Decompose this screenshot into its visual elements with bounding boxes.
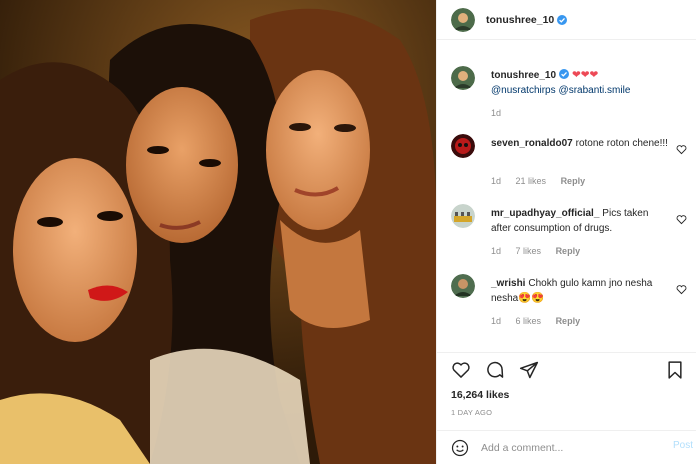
comment-text: rotone roton chene!!! (575, 138, 668, 149)
commenter-avatar[interactable] (451, 204, 475, 228)
likes-count[interactable]: 16,264 likes (451, 389, 509, 401)
comment-username[interactable]: _wrishi (491, 278, 525, 289)
caption-age: 1d (491, 108, 502, 118)
reply-button[interactable]: Reply (561, 176, 586, 186)
comment-likes[interactable]: 6 likes (516, 316, 542, 326)
comment-icon[interactable] (485, 360, 505, 380)
caption: tonushree_10 ❤❤❤ @nusratchirps @srabanti… (451, 66, 691, 126)
caption-username[interactable]: tonushree_10 (491, 70, 556, 81)
post-side-panel: tonushree_10 tonushree_10 ❤❤❤ @nusratchi… (436, 0, 696, 464)
mention-link[interactable]: @srabanti.smile (559, 85, 631, 96)
bookmark-icon[interactable] (665, 360, 685, 380)
comment-username[interactable]: seven_ronaldo07 (491, 138, 573, 149)
comment-item: seven_ronaldo07 rotone roton chene!!! 1d… (451, 134, 691, 194)
post-comment-button[interactable]: Post (673, 440, 693, 451)
mention-link[interactable]: @nusratchirps (491, 85, 556, 96)
selfie-image (0, 0, 436, 464)
comments-list[interactable]: tonushree_10 ❤❤❤ @nusratchirps @srabanti… (437, 52, 696, 348)
caption-meta: 1d (491, 108, 513, 118)
post-photo[interactable] (0, 0, 436, 464)
comment-emoji: 😍😍 (518, 292, 545, 304)
author-username[interactable]: tonushree_10 (486, 14, 554, 26)
comment-input[interactable] (481, 439, 651, 457)
verified-badge-icon (557, 14, 568, 25)
comment-heart-icon[interactable] (676, 284, 687, 295)
post-header: tonushree_10 (437, 0, 696, 40)
comment-age: 1d (491, 176, 502, 186)
actions-divider (437, 352, 696, 353)
author-avatar[interactable] (451, 66, 475, 90)
comment-likes[interactable]: 7 likes (516, 246, 542, 256)
author-avatar[interactable] (451, 7, 475, 32)
comment-meta: 1d 7 likes Reply (491, 246, 592, 256)
add-comment-bar: Post (437, 430, 696, 464)
post-timestamp: 1 DAY AGO (451, 408, 493, 417)
commenter-avatar[interactable] (451, 274, 475, 298)
comment-heart-icon[interactable] (676, 144, 687, 155)
reply-button[interactable]: Reply (556, 246, 581, 256)
comment-item: mr_upadhyay_official_ Pics taken after c… (451, 204, 691, 264)
comment-likes[interactable]: 21 likes (516, 176, 547, 186)
comment-heart-icon[interactable] (676, 214, 687, 225)
heart-icon[interactable] (451, 360, 471, 380)
share-icon[interactable] (519, 360, 539, 380)
instagram-post: tonushree_10 tonushree_10 ❤❤❤ @nusratchi… (0, 0, 696, 464)
comment-item: _wrishi Chokh gulo kamn jno nesha nesha😍… (451, 274, 691, 334)
comment-age: 1d (491, 246, 502, 256)
reply-button[interactable]: Reply (556, 316, 581, 326)
post-actions (451, 360, 685, 382)
verified-badge-icon (559, 69, 570, 79)
comment-meta: 1d 6 likes Reply (491, 316, 592, 326)
comment-username[interactable]: mr_upadhyay_official_ (491, 208, 599, 219)
caption-hearts: ❤❤❤ (571, 69, 599, 81)
comment-meta: 1d 21 likes Reply (491, 176, 597, 186)
commenter-avatar[interactable] (451, 134, 475, 158)
comment-age: 1d (491, 316, 502, 326)
emoji-icon[interactable] (451, 439, 469, 457)
